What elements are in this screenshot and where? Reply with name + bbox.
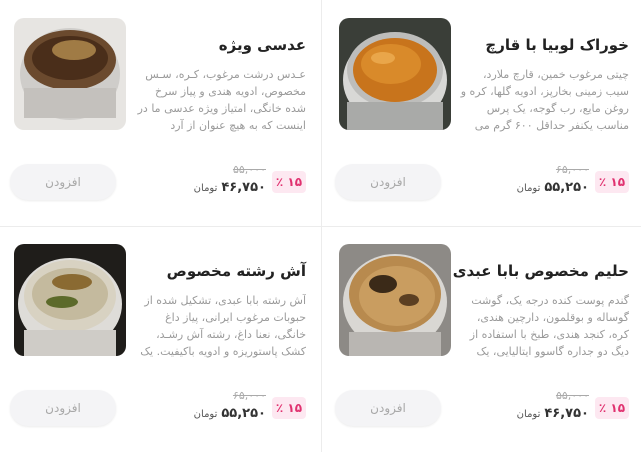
- price: ۵۵,۲۵۰تومان: [517, 180, 589, 195]
- product-card[interactable]: عدسی ویژه عـدس درشت مرغوب، کـره، سـس مخص…: [0, 0, 320, 226]
- product-title[interactable]: حلیم مخصوص بابا عبدی: [453, 262, 629, 280]
- price: ۴۶,۷۵۰تومان: [194, 180, 266, 195]
- product-description: گندم پوست کنده درجه یک، گوشت گوساله و بو…: [469, 294, 629, 358]
- product-description: عـدس درشت مرغوب، کـره، سـس مخصوص، ادویه …: [137, 68, 306, 132]
- product-image-haleem[interactable]: [339, 244, 451, 356]
- product-description: چیتی مرغوب خمین، قارچ ملارد، سیب زمینی ب…: [460, 68, 629, 132]
- discount-badge: ۱۵ ٪: [595, 171, 629, 193]
- currency-label: تومان: [193, 183, 218, 194]
- product-title[interactable]: آش رشته مخصوص: [167, 262, 306, 280]
- product-card[interactable]: حلیم مخصوص بابا عبدی گندم پوست کنده درجه…: [321, 226, 641, 452]
- product-card[interactable]: آش رشته مخصوص آش رشته بابا عبدی، تشکیل ش…: [0, 226, 320, 452]
- discount-badge: ۱۵ ٪: [272, 171, 306, 193]
- product-image-bean-stew[interactable]: [339, 18, 451, 130]
- add-to-cart-button[interactable]: افزودن: [335, 390, 441, 426]
- add-to-cart-button[interactable]: افزودن: [335, 164, 441, 200]
- price-value: ۴۶,۷۵۰: [544, 406, 589, 421]
- add-to-cart-button[interactable]: افزودن: [10, 390, 116, 426]
- currency-label: تومان: [516, 409, 541, 420]
- product-title[interactable]: عدسی ویژه: [219, 36, 306, 54]
- old-price: ۶۵,۰۰۰: [232, 389, 266, 402]
- price: ۴۶,۷۵۰تومان: [517, 406, 589, 421]
- discount-badge: ۱۵ ٪: [595, 397, 629, 419]
- currency-label: تومان: [193, 409, 218, 420]
- discount-badge: ۱۵ ٪: [272, 397, 306, 419]
- product-card[interactable]: خوراک لوبیا با قارچ چیتی مرغوب خمین، قار…: [321, 0, 641, 226]
- price-value: ۵۵,۲۵۰: [221, 406, 266, 421]
- product-grid: خوراک لوبیا با قارچ چیتی مرغوب خمین، قار…: [0, 0, 641, 452]
- product-image-ash-reshteh[interactable]: [14, 244, 126, 356]
- currency-label: تومان: [516, 183, 541, 194]
- price-value: ۵۵,۲۵۰: [544, 180, 589, 195]
- old-price: ۵۵,۰۰۰: [555, 389, 589, 402]
- old-price: ۵۵,۰۰۰: [232, 163, 266, 176]
- product-title[interactable]: خوراک لوبیا با قارچ: [485, 36, 629, 54]
- old-price: ۶۵,۰۰۰: [555, 163, 589, 176]
- product-image-lentil-soup[interactable]: [14, 18, 126, 130]
- add-to-cart-button[interactable]: افزودن: [10, 164, 116, 200]
- price: ۵۵,۲۵۰تومان: [194, 406, 266, 421]
- product-description: آش رشته بابا عبدی، تشکیل شده از حبوبات م…: [140, 294, 306, 358]
- price-value: ۴۶,۷۵۰: [221, 180, 266, 195]
